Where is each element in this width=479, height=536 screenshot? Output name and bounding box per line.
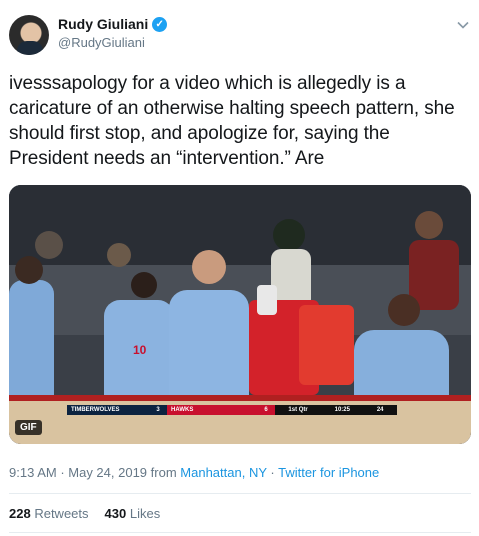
likes-label: Likes	[129, 506, 161, 521]
jersey-number: 10	[133, 343, 147, 357]
meta-separator: ·	[266, 465, 279, 480]
scoreboard-clock: 10:25	[334, 407, 350, 413]
retweets-label: Retweets	[34, 506, 89, 521]
tweet-time[interactable]: 9:13 AM	[9, 465, 57, 480]
scoreboard-team2: HAWKS	[167, 405, 257, 415]
scoreboard: TIMBERWOLVES 3 HAWKS 6 1st Qtr 10:25 24	[67, 405, 397, 415]
meta-separator: ·	[56, 465, 69, 480]
media-gif[interactable]: TIMBERWOLVES 3 HAWKS 6 1st Qtr 10:25 24 …	[9, 185, 471, 444]
tweet-text: ivesssapology for a video which is alleg…	[9, 73, 455, 169]
scoreboard-score1: 3	[149, 405, 167, 415]
scoreboard-shot-clock: 24	[376, 407, 384, 413]
gif-badge: GIF	[15, 420, 42, 435]
tweet-location-link[interactable]: Manhattan, NY	[180, 465, 266, 480]
avatar[interactable]	[9, 15, 49, 55]
tweet-stats: 228 Retweets 430 Likes	[9, 506, 160, 521]
tweet-meta: 9:13 AM · May 24, 2019 from Manhattan, N…	[9, 465, 379, 480]
meta-from: from	[147, 465, 181, 480]
scoreboard-team1: TIMBERWOLVES	[67, 405, 149, 415]
tweet-date[interactable]: May 24, 2019	[68, 465, 147, 480]
divider	[9, 532, 471, 533]
scoreboard-score2: 6	[257, 405, 275, 415]
chevron-down-icon[interactable]	[456, 18, 470, 32]
likes-count: 430	[104, 506, 127, 521]
likes-stat[interactable]: 430 Likes	[105, 506, 161, 521]
retweets-stat[interactable]: 228 Retweets	[9, 506, 89, 521]
scoreboard-period: 1st Qtr	[288, 407, 308, 413]
verified-badge-icon: ✓	[152, 16, 168, 32]
author-name-row[interactable]: Rudy Giuliani ✓	[58, 16, 168, 32]
scoreboard-info: 1st Qtr 10:25 24	[275, 405, 397, 415]
tweet-source-link[interactable]: Twitter for iPhone	[278, 465, 379, 480]
divider	[9, 493, 471, 494]
tweet-card: Rudy Giuliani ✓ @RudyGiuliani ivesssapol…	[0, 0, 479, 536]
author-handle[interactable]: @RudyGiuliani	[58, 35, 145, 50]
author-display-name[interactable]: Rudy Giuliani	[58, 16, 148, 32]
retweets-count: 228	[9, 506, 31, 521]
